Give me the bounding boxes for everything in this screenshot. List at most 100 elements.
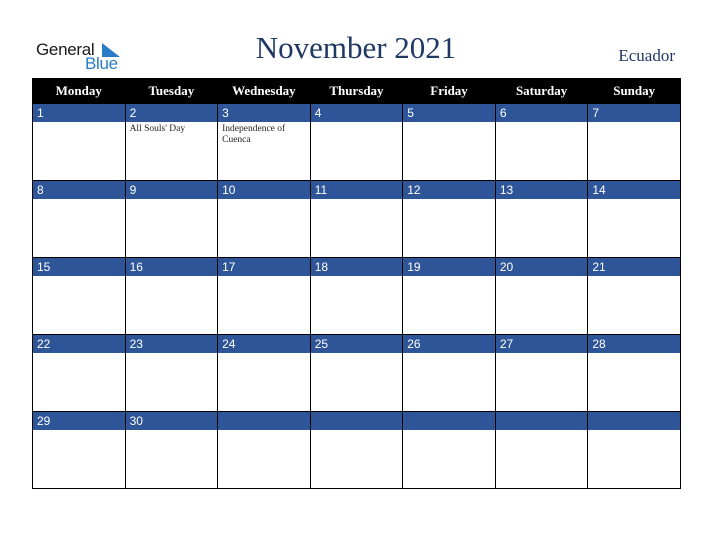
weekday-header: Thursday (309, 78, 404, 104)
day-number (218, 412, 310, 430)
day-cell[interactable]: 11 (309, 180, 404, 258)
day-number: 1 (33, 104, 125, 122)
holiday-label (496, 276, 588, 278)
day-cell[interactable]: 19 (402, 257, 496, 335)
day-cell[interactable]: 5 (402, 103, 496, 181)
day-cell[interactable]: 16 (124, 257, 219, 335)
day-number: 30 (125, 412, 218, 430)
day-number: 9 (125, 181, 218, 199)
week-row: 15 16 17 18 19 20 21 (32, 257, 681, 335)
day-cell[interactable]: 12 (402, 180, 496, 258)
calendar-title: November 2021 (255, 30, 457, 65)
holiday-label (403, 430, 495, 432)
day-number: 22 (33, 335, 125, 353)
day-cell[interactable]: 30 (124, 411, 219, 489)
day-cell[interactable]: 10 (217, 180, 311, 258)
holiday-label (33, 353, 125, 355)
holiday-label (218, 430, 310, 432)
day-number (310, 412, 403, 430)
day-cell[interactable]: 8 (32, 180, 126, 258)
day-cell[interactable] (309, 411, 404, 489)
day-number: 23 (125, 335, 218, 353)
holiday-label (588, 199, 680, 201)
weekday-header: Sunday (587, 78, 681, 104)
holiday-label (126, 430, 218, 432)
day-number: 4 (310, 104, 403, 122)
day-number: 29 (33, 412, 125, 430)
weekday-header: Wednesday (217, 78, 311, 104)
holiday-label: Independence of Cuenca (222, 124, 286, 145)
day-cell[interactable]: 2 All Souls' Day (124, 103, 219, 181)
day-number: 15 (33, 258, 125, 276)
holiday-label (311, 199, 403, 201)
week-row: 1 2 All Souls' Day 3 Independence of Cuenca 4… (32, 103, 681, 181)
day-cell[interactable]: 4 (309, 103, 404, 181)
day-number: 13 (495, 181, 588, 199)
day-number: 14 (588, 181, 680, 199)
holiday-label (403, 276, 495, 278)
day-cell[interactable]: 3 Independence of Cuenca (217, 103, 311, 181)
day-cell[interactable]: 9 (124, 180, 219, 258)
day-number: 24 (218, 335, 310, 353)
day-cell[interactable] (587, 411, 681, 489)
calendar-grid: Monday Tuesday Wednesday Thursday Friday… (32, 78, 681, 489)
day-number: 12 (403, 181, 495, 199)
day-number: 17 (218, 258, 310, 276)
week-row: 29 30 (32, 411, 681, 489)
day-number: 3 (218, 104, 310, 122)
holiday-label (496, 430, 588, 432)
holiday-label (311, 276, 403, 278)
holiday-label (403, 199, 495, 201)
day-cell[interactable]: 20 (494, 257, 589, 335)
day-number: 5 (403, 104, 495, 122)
day-number: 28 (588, 335, 680, 353)
holiday-label (218, 276, 310, 278)
day-cell[interactable]: 18 (309, 257, 404, 335)
day-number: 26 (403, 335, 495, 353)
day-cell[interactable]: 15 (32, 257, 126, 335)
day-cell[interactable] (402, 411, 496, 489)
day-number: 10 (218, 181, 310, 199)
day-cell[interactable] (217, 411, 311, 489)
weekday-header: Tuesday (124, 78, 219, 104)
holiday-label (588, 122, 680, 124)
day-number: 6 (495, 104, 588, 122)
day-number: 19 (403, 258, 495, 276)
day-cell[interactable]: 22 (32, 334, 126, 412)
holiday-label (496, 122, 588, 124)
day-number: 11 (310, 181, 403, 199)
holiday-label: All Souls' Day (129, 124, 186, 134)
week-row: 8 9 10 11 12 13 14 (32, 180, 681, 258)
holiday-label (33, 122, 125, 124)
week-row: 22 23 24 25 26 27 28 (32, 334, 681, 412)
day-cell[interactable]: 6 (494, 103, 589, 181)
day-number: 25 (310, 335, 403, 353)
day-cell[interactable]: 7 (587, 103, 681, 181)
holiday-label (311, 122, 403, 124)
day-cell[interactable]: 25 (309, 334, 404, 412)
day-cell[interactable]: 23 (124, 334, 219, 412)
day-number: 21 (588, 258, 680, 276)
day-number: 7 (588, 104, 680, 122)
day-cell[interactable]: 24 (217, 334, 311, 412)
day-number: 20 (495, 258, 588, 276)
day-cell[interactable]: 28 (587, 334, 681, 412)
weekday-header: Friday (402, 78, 496, 104)
holiday-label (218, 199, 310, 201)
day-cell[interactable]: 14 (587, 180, 681, 258)
day-cell[interactable]: 29 (32, 411, 126, 489)
holiday-label (33, 199, 125, 201)
day-cell[interactable] (494, 411, 589, 489)
day-cell[interactable]: 17 (217, 257, 311, 335)
day-cell[interactable]: 13 (494, 180, 589, 258)
holiday-label (33, 430, 125, 432)
day-cell[interactable]: 21 (587, 257, 681, 335)
day-cell[interactable]: 27 (494, 334, 589, 412)
holiday-label (311, 430, 403, 432)
weekday-header: Saturday (494, 78, 589, 104)
day-cell[interactable]: 1 (32, 103, 126, 181)
day-number (403, 412, 495, 430)
holiday-label (126, 199, 218, 201)
holiday-label (588, 430, 680, 432)
day-cell[interactable]: 26 (402, 334, 496, 412)
